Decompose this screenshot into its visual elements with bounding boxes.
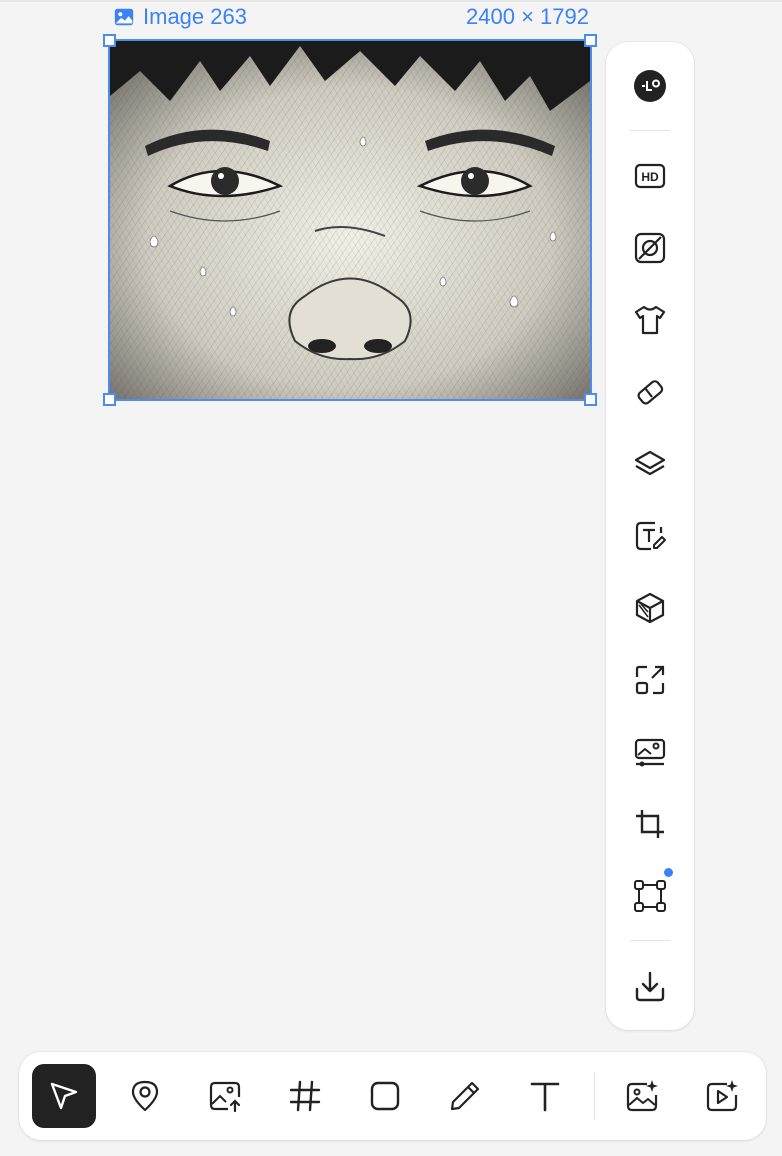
- adjust-image-button[interactable]: [630, 732, 670, 772]
- panel-separator: [630, 940, 670, 941]
- download-button[interactable]: [630, 966, 670, 1006]
- ai-video-tool[interactable]: [690, 1064, 754, 1128]
- new-feature-dot: [664, 868, 673, 877]
- remove-background-button[interactable]: [630, 228, 670, 268]
- cursor-icon: [50, 1082, 78, 1110]
- bottom-toolbar: [19, 1052, 766, 1140]
- pen-tool[interactable]: [433, 1064, 497, 1128]
- outfit-button[interactable]: [630, 300, 670, 340]
- text-edit-icon: [635, 521, 666, 551]
- text-tool[interactable]: [513, 1064, 577, 1128]
- resize-handle-bottom-right[interactable]: [584, 393, 597, 406]
- resize-handle-top-right[interactable]: [584, 34, 597, 47]
- image-adjust-icon: [634, 738, 666, 767]
- logo-avatar-button[interactable]: [630, 66, 670, 106]
- hd-icon: HD: [634, 163, 666, 189]
- top-edge: [0, 0, 782, 2]
- expand-icon: [635, 665, 665, 695]
- resize-handle-bottom-left[interactable]: [103, 393, 116, 406]
- transform-icon: [634, 880, 666, 912]
- 3d-button[interactable]: [630, 588, 670, 628]
- eraser-icon: [637, 380, 664, 405]
- image-sparkle-icon: [626, 1080, 658, 1112]
- remove-background-icon: [634, 232, 666, 264]
- map-pin-icon: [131, 1080, 159, 1112]
- image-dimensions: 2400 × 1792: [466, 4, 589, 29]
- square-icon: [370, 1081, 400, 1111]
- transform-button[interactable]: [630, 876, 670, 916]
- svg-text:HD: HD: [641, 170, 659, 184]
- hd-upscale-button[interactable]: HD: [630, 156, 670, 196]
- logo-icon: [634, 70, 666, 102]
- portrait-sketch-image: [110, 41, 590, 399]
- image-name: Image 263: [143, 4, 247, 29]
- hash-icon: [289, 1080, 321, 1112]
- panel-separator: [630, 130, 670, 131]
- eraser-button[interactable]: [630, 372, 670, 412]
- image-upload-icon: [209, 1081, 241, 1113]
- video-sparkle-icon: [706, 1080, 738, 1112]
- edit-text-button[interactable]: [630, 516, 670, 556]
- selected-image[interactable]: [103, 34, 597, 406]
- frame-tool[interactable]: [273, 1064, 337, 1128]
- image-label: Image 263: [113, 4, 247, 30]
- ai-image-tool[interactable]: [610, 1064, 674, 1128]
- resize-handle-top-left[interactable]: [103, 34, 116, 47]
- image-actions-panel: HD: [606, 42, 694, 1030]
- select-tool[interactable]: [32, 1064, 96, 1128]
- crop-icon: [636, 810, 664, 838]
- expand-button[interactable]: [630, 660, 670, 700]
- cube-icon: [635, 592, 665, 624]
- pencil-icon: [450, 1081, 480, 1111]
- marker-tool[interactable]: [113, 1064, 177, 1128]
- text-icon: [530, 1082, 560, 1112]
- layers-icon: [634, 450, 666, 476]
- tshirt-icon: [634, 305, 666, 335]
- download-icon: [635, 971, 665, 1002]
- upload-image-tool[interactable]: [193, 1064, 257, 1128]
- crop-button[interactable]: [630, 804, 670, 844]
- layers-button[interactable]: [630, 444, 670, 484]
- toolbar-separator: [594, 1072, 595, 1120]
- shape-tool[interactable]: [353, 1064, 417, 1128]
- image-icon: [114, 8, 134, 26]
